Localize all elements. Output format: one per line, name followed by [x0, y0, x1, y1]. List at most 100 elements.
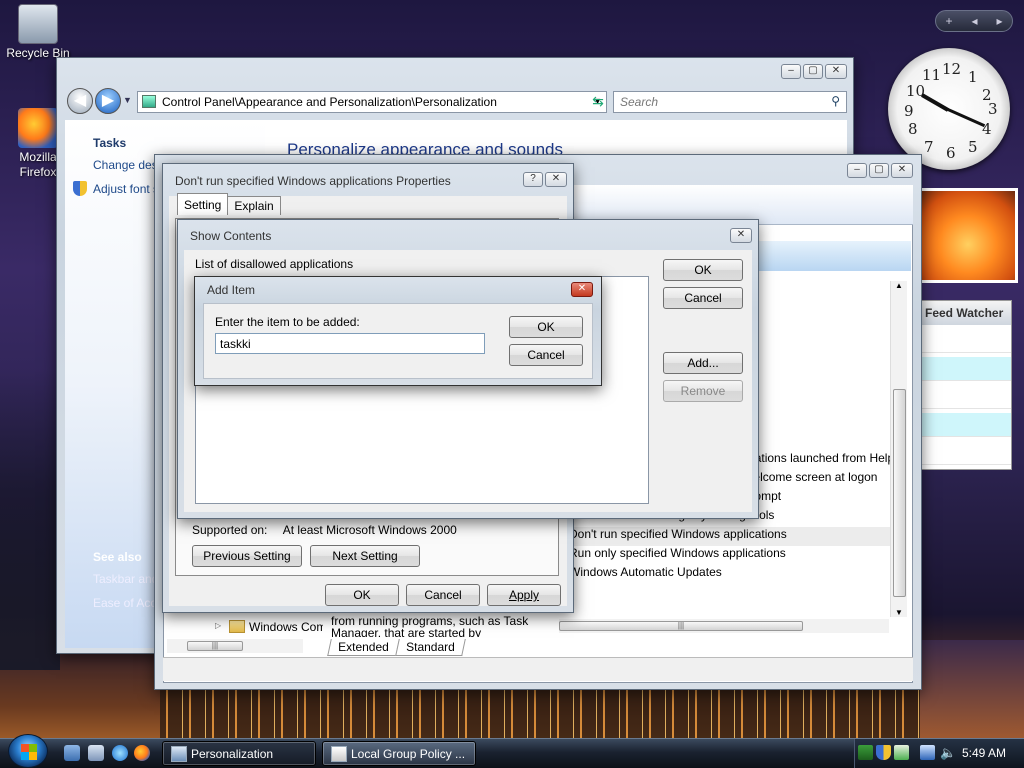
internet-explorer-icon[interactable]	[112, 745, 128, 761]
close-button[interactable]: ✕	[825, 64, 847, 79]
add-gadget-icon[interactable]: +	[945, 14, 952, 28]
supported-on: Supported on: At least Microsoft Windows…	[192, 523, 457, 537]
dialog-title: Show Contents	[190, 229, 272, 243]
security-shield-icon[interactable]	[876, 745, 891, 760]
list-label: List of disallowed applications	[195, 257, 354, 271]
cancel-button[interactable]: Cancel	[509, 344, 583, 366]
control-panel-icon	[142, 95, 156, 108]
setting-item[interactable]: Windows Automatic Updates	[567, 565, 907, 584]
minimize-button[interactable]: –	[781, 64, 801, 79]
apply-button[interactable]: Apply	[487, 584, 561, 606]
folder-icon	[229, 620, 245, 633]
clock-number: 1	[968, 68, 978, 86]
slideshow-gadget[interactable]	[918, 188, 1018, 283]
switch-windows-icon[interactable]	[88, 745, 104, 761]
next-gadget-icon[interactable]: ▸	[996, 14, 1002, 28]
desktop-wallpaper-corner	[920, 640, 1024, 740]
taskbar-clock[interactable]: 5:49 AM	[962, 746, 1006, 760]
feed-row[interactable]	[921, 413, 1011, 437]
scrollbar-thumb[interactable]: |||	[559, 621, 803, 631]
address-path: Control Panel\Appearance and Personaliza…	[162, 95, 497, 109]
feed-row[interactable]	[921, 441, 1011, 465]
feed-row[interactable]	[921, 329, 1011, 353]
security-center-icon[interactable]	[894, 745, 909, 760]
cancel-button[interactable]: Cancel	[406, 584, 480, 606]
network-icon[interactable]	[920, 745, 935, 760]
close-button[interactable]: ✕	[545, 172, 567, 187]
setting-item-selected[interactable]: Don't run specified Windows applications	[567, 527, 907, 546]
volume-icon[interactable]: 🔈	[940, 745, 956, 760]
taskbar-button-label: Personalization	[191, 747, 274, 761]
clock-number: 11	[922, 66, 942, 84]
show-desktop-icon[interactable]	[64, 745, 80, 761]
maximize-button[interactable]: ▢	[803, 64, 823, 79]
scrollbar-thumb[interactable]: |||	[187, 641, 243, 651]
clock-number: 6	[946, 144, 956, 162]
tab-extended[interactable]: Extended	[327, 639, 400, 656]
tab-explain[interactable]: Explain	[227, 196, 281, 215]
recycle-bin-icon	[18, 4, 58, 44]
start-button[interactable]	[8, 734, 48, 768]
help-button[interactable]: ?	[523, 172, 543, 187]
maximize-button[interactable]: ▢	[869, 163, 889, 178]
item-input[interactable]: taskki	[215, 333, 485, 354]
feed-watcher-title: Feed Watcher	[921, 301, 1011, 325]
clock-minute-hand	[947, 108, 986, 128]
ok-button[interactable]: OK	[663, 259, 743, 281]
properties-tabs: Setting Explain	[177, 193, 281, 215]
refresh-icon[interactable]: ⇆	[587, 90, 609, 112]
navigation-bar: ◀ ▶ ▼ Control Panel\Appearance and Perso…	[65, 84, 847, 118]
close-button[interactable]: ✕	[891, 163, 913, 178]
previous-setting-button[interactable]: Previous Setting	[192, 545, 302, 567]
feed-row[interactable]	[921, 357, 1011, 381]
extended-description: from running programs, such as Task Mana…	[331, 615, 551, 637]
firefox-quicklaunch-icon[interactable]	[134, 745, 150, 761]
tab-label: Standard	[405, 640, 455, 654]
feed-row[interactable]	[921, 385, 1011, 409]
scrollbar-thumb[interactable]	[893, 389, 906, 597]
settings-horizontal-scrollbar[interactable]: |||	[559, 619, 889, 633]
clock-gadget[interactable]: 12 1 2 3 4 5 6 7 8 9 10 11	[888, 48, 1010, 170]
firefox-icon	[18, 108, 58, 148]
clock-number: 8	[908, 120, 918, 138]
description-text: from running programs, such as Task Mana…	[331, 615, 529, 637]
control-panel-icon	[171, 746, 187, 762]
sidebar-gadget-controls: + ◂ ▸	[935, 10, 1013, 32]
tree-expand-icon[interactable]: ▷	[215, 621, 221, 630]
tree-view: ▷ Windows Components	[167, 617, 329, 637]
settings-header	[755, 241, 911, 271]
add-button[interactable]: Add...	[663, 352, 743, 374]
settings-vertical-scrollbar[interactable]: ▲ ▼	[890, 281, 907, 617]
prev-gadget-icon[interactable]: ◂	[971, 14, 977, 28]
scroll-down-icon[interactable]: ▼	[895, 608, 903, 617]
ok-button[interactable]: OK	[325, 584, 399, 606]
close-button[interactable]: ✕	[571, 282, 593, 297]
view-tabs: Extended Standard	[327, 639, 466, 656]
tree-horizontal-scrollbar[interactable]: |||	[167, 639, 303, 653]
next-setting-button[interactable]: Next Setting	[310, 545, 420, 567]
cancel-button[interactable]: Cancel	[663, 287, 743, 309]
setting-item[interactable]: Run only specified Windows applications	[567, 546, 907, 565]
taskbar-button-personalization[interactable]: Personalization	[162, 741, 316, 766]
scroll-up-icon[interactable]: ▲	[895, 281, 903, 290]
tree-item-windows-components[interactable]: Windows Components	[249, 620, 323, 634]
tab-label: Extended	[338, 640, 389, 654]
clock-number: 5	[968, 138, 978, 156]
address-bar[interactable]: Control Panel\Appearance and Personaliza…	[137, 91, 607, 113]
close-button[interactable]: ✕	[730, 228, 752, 243]
search-icon[interactable]: ⚲	[831, 94, 840, 108]
tray-arrow-icon[interactable]	[858, 745, 873, 760]
ok-button[interactable]: OK	[509, 316, 583, 338]
back-button[interactable]: ◀	[67, 88, 93, 114]
windows-logo-icon	[21, 744, 37, 760]
forward-button[interactable]: ▶	[95, 88, 121, 114]
feed-watcher-gadget[interactable]: Feed Watcher	[920, 300, 1012, 470]
desktop-icon-recycle-bin[interactable]: Recycle Bin	[6, 4, 70, 60]
policy-document-icon	[331, 746, 347, 762]
tab-standard[interactable]: Standard	[394, 639, 466, 656]
minimize-button[interactable]: –	[847, 163, 867, 178]
taskbar-button-group-policy[interactable]: Local Group Policy ...	[322, 741, 476, 766]
recent-pages-icon[interactable]: ▼	[123, 95, 132, 105]
search-input[interactable]: Search ⚲	[613, 91, 847, 113]
tab-setting[interactable]: Setting	[177, 193, 229, 215]
